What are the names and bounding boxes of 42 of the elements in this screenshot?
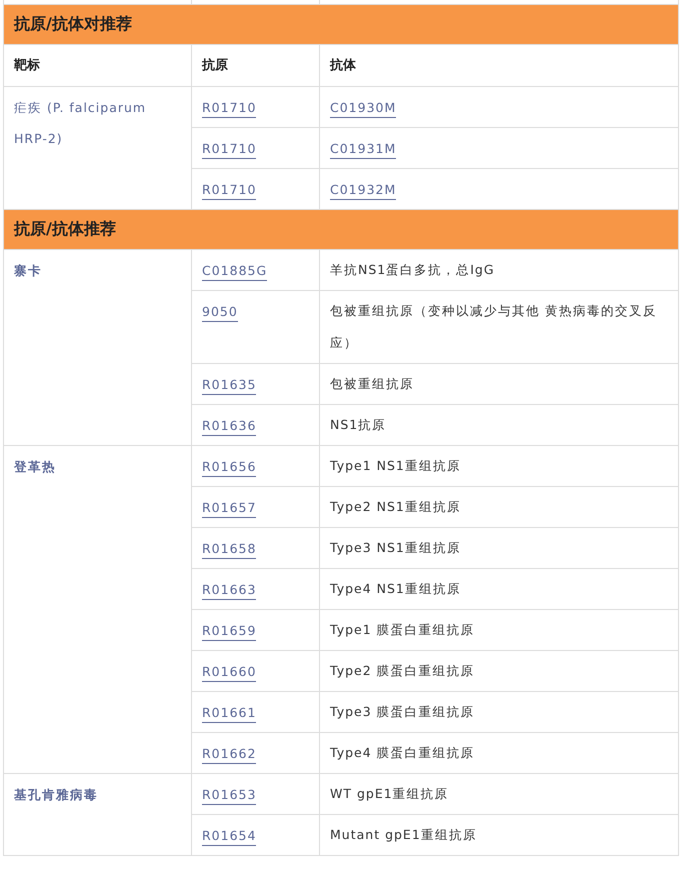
antibody-link[interactable]: C01931M xyxy=(330,140,396,158)
antigen-link[interactable]: R01662 xyxy=(202,746,256,764)
section-title: 抗原/抗体对推荐 xyxy=(4,4,678,44)
antigen-link[interactable]: R01658 xyxy=(202,540,256,558)
antigen-link[interactable]: R01660 xyxy=(202,664,256,682)
description-cell: Type2 NS1重组抗原 xyxy=(320,486,678,527)
antigen-link[interactable]: R01657 xyxy=(202,500,256,518)
description-cell: Type1 膜蛋白重组抗原 xyxy=(320,609,678,650)
target-cell: 登革热 xyxy=(4,445,192,773)
target-cell: 疟疾 (P. falciparum HRP-2) xyxy=(4,86,192,209)
description-cell: 包被重组抗原（变种以减少与其他 黄热病毒的交叉反应） xyxy=(320,290,678,363)
description-cell: WT gpE1重组抗原 xyxy=(320,773,678,814)
antigen-link[interactable]: 9050 xyxy=(202,304,238,322)
antibody-link[interactable]: C01930M xyxy=(330,100,396,118)
target-cell: 寨卡 xyxy=(4,249,192,445)
antigen-link[interactable]: R01653 xyxy=(202,786,256,804)
description-cell: 包被重组抗原 xyxy=(320,363,678,404)
description-cell: Mutant gpE1重组抗原 xyxy=(320,814,678,855)
antigen-link[interactable]: R01710 xyxy=(202,182,256,200)
antigen-link[interactable]: R01661 xyxy=(202,704,256,722)
description-cell: 羊抗NS1蛋白多抗，总IgG xyxy=(320,249,678,290)
description-cell: Type1 NS1重组抗原 xyxy=(320,445,678,486)
description-cell: Type3 NS1重组抗原 xyxy=(320,527,678,568)
description-cell: Type2 膜蛋白重组抗原 xyxy=(320,650,678,691)
description-cell: NS1抗原 xyxy=(320,404,678,445)
antigen-link[interactable]: R01710 xyxy=(202,140,256,158)
section-title: 抗原/抗体推荐 xyxy=(4,209,678,249)
target-cell: 基孔肯雅病毒 xyxy=(4,773,192,855)
description-cell: Type4 NS1重组抗原 xyxy=(320,568,678,609)
antigen-link[interactable]: R01654 xyxy=(202,828,256,846)
description-cell: Type4 膜蛋白重组抗原 xyxy=(320,732,678,773)
column-header: 靶标 xyxy=(4,44,192,86)
antigen-link[interactable]: R01663 xyxy=(202,582,256,600)
antigen-link[interactable]: R01710 xyxy=(202,100,256,118)
antigen-link[interactable]: R01635 xyxy=(202,376,256,394)
antigen-link[interactable]: R01656 xyxy=(202,458,256,476)
antigen-link[interactable]: R01636 xyxy=(202,418,256,436)
antigen-link[interactable]: R01659 xyxy=(202,622,256,640)
column-header: 抗原 xyxy=(192,44,320,86)
antibody-link[interactable]: C01932M xyxy=(330,182,396,200)
description-cell: Type3 膜蛋白重组抗原 xyxy=(320,691,678,732)
column-header: 抗体 xyxy=(320,44,678,86)
